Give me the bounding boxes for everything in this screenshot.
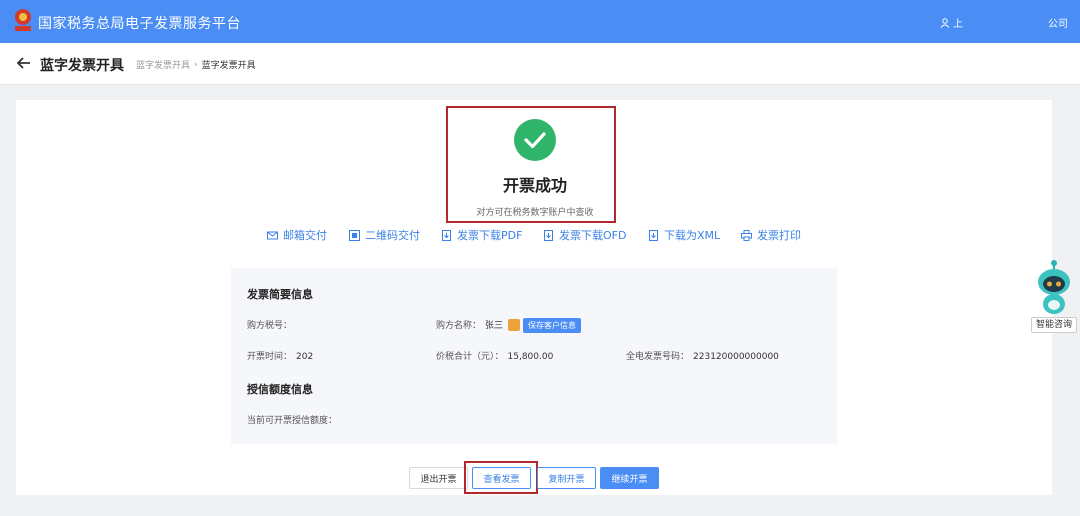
print-invoice-link[interactable]: 发票打印 [741,227,801,243]
smart-consult-button[interactable]: 智能咨询 [1031,317,1077,333]
action-label: 发票下载OFD [559,229,627,242]
tax-emblem-logo [15,9,31,31]
invoice-number-field: 全电发票号码： 223120000000000 [626,349,779,362]
issue-time-field: 开票时间： 202 [247,349,313,362]
assistant-robot-icon[interactable] [1032,258,1076,316]
customer-book-icon[interactable] [508,318,521,331]
page-title: 蓝字发票开具 [40,58,124,74]
user-icon [940,17,950,28]
breadcrumb-separator: › [194,59,198,70]
download-xml-link[interactable]: 下载为XML [648,227,720,243]
download-xml-icon [649,229,658,241]
continue-invoicing-button[interactable]: 继续开票 [600,467,659,489]
qrcode-delivery-link[interactable]: 二维码交付 [349,227,420,243]
action-links: 邮箱交付 二维码交付 发票下载PDF 发票下载OFD 下载为XML 发票打印 [0,227,1080,243]
credit-limit-label: 当前可开票授信额度： [247,416,338,426]
mail-icon [267,231,278,239]
download-pdf-link[interactable]: 发票下载PDF [441,227,522,243]
download-pdf-icon [442,229,451,241]
total-amount-field: 价税合计（元）： 15,800.00 [436,349,553,362]
app-title: 国家税务总局电子发票服务平台 [38,16,241,32]
action-label: 邮箱交付 [283,229,327,242]
back-arrow-icon[interactable] [16,55,32,71]
user-name: 上 [953,19,963,30]
save-customer-button[interactable]: 保存客户信息 [523,318,582,333]
credit-section-title: 授信额度信息 [247,383,313,396]
invoice-number-value: 223120000000000 [693,352,779,362]
buyer-name-field: 购方名称： 张三 保存客户信息 [436,318,582,333]
total-amount-label: 价税合计（元）： [436,352,504,362]
top-bar: 国家税务总局电子发票服务平台 上 公司 [0,0,1080,43]
user-menu[interactable]: 上 [940,15,963,30]
exit-invoicing-button[interactable]: 退出开票 [409,467,468,489]
invoice-number-label: 全电发票号码： [626,352,690,362]
breadcrumb: 蓝字发票开具 › 蓝字发票开具 [136,58,256,72]
breadcrumb-current: 蓝字发票开具 [201,61,256,71]
email-delivery-link[interactable]: 邮箱交付 [267,227,327,243]
issue-time-value: 202 [296,352,314,362]
printer-icon [741,229,752,241]
view-invoice-button[interactable]: 查看发票 [472,467,531,489]
copy-invoice-button[interactable]: 复制开票 [537,467,596,489]
breadcrumb-item[interactable]: 蓝字发票开具 [136,58,190,71]
company-name[interactable]: 公司 [1048,15,1068,30]
buyer-tax-id-label: 购方税号： [247,321,293,331]
action-label: 发票打印 [757,229,801,242]
issue-time-label: 开票时间： [247,352,293,362]
page-header: 蓝字发票开具 蓝字发票开具 › 蓝字发票开具 [0,43,1080,85]
credit-limit-field: 当前可开票授信额度： [247,413,341,426]
result-title: 开票成功 [502,176,567,195]
total-amount-value: 15,800.00 [507,352,554,362]
action-label: 二维码交付 [365,229,420,242]
buyer-tax-id-field: 购方税号： [247,318,296,331]
download-ofd-icon [544,229,553,241]
download-ofd-link[interactable]: 发票下载OFD [543,227,626,243]
success-check-icon [514,119,556,161]
buyer-name-value: 张三 [485,321,504,331]
result-subtitle: 对方可在税务数字账户中查收 [476,208,594,218]
invoice-info-panel: 发票简要信息 购方税号： 购方名称： 张三 保存客户信息 开票时间： 202 价税合计… [231,268,837,444]
buyer-name-label: 购方名称： [436,321,482,331]
action-label: 发票下载PDF [457,229,523,242]
action-label: 下载为XML [664,229,721,242]
summary-section-title: 发票简要信息 [247,288,313,301]
qrcode-icon [349,229,360,241]
